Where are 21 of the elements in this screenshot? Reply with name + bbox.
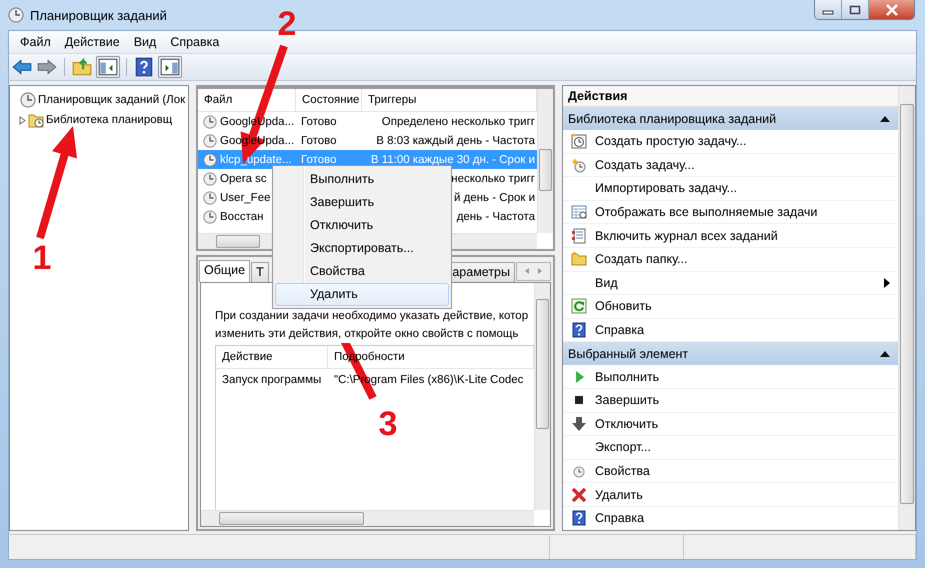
section-title: Выбранный элемент	[568, 346, 688, 361]
task-name: Восстан	[220, 210, 264, 222]
task-status: Готово	[301, 116, 337, 128]
annotation-number: 2	[276, 4, 298, 44]
section-title: Библиотека планировщика заданий	[568, 112, 776, 126]
task-triggers: несколько тригг	[451, 172, 535, 184]
table-cell-text: Запуск программы	[221, 374, 322, 386]
task-triggers: Определено несколько тригг	[382, 116, 535, 128]
annotation-number: 3	[378, 404, 398, 444]
task-triggers: день - Частота	[456, 210, 535, 222]
task-triggers: В 11:00 каждые 30 дн. - Срок и	[370, 154, 535, 166]
task-name: Opera sc	[220, 172, 267, 184]
annotation-number: 1	[32, 238, 52, 278]
pane-title: Действия	[563, 86, 898, 107]
description-text: При создании задачи необходимо указать действие, котор изменить эти действия, откройте окно свойств с помощь	[215, 307, 528, 343]
task-status: Готово	[301, 154, 337, 166]
task-triggers: й день - Срок и	[454, 192, 535, 204]
task-name: User_Fee	[220, 192, 270, 204]
task-triggers: В 8:03 каждый день - Частота	[376, 134, 535, 146]
task-status: Готово	[301, 134, 337, 146]
window-title: Планировщик заданий	[30, 8, 167, 22]
